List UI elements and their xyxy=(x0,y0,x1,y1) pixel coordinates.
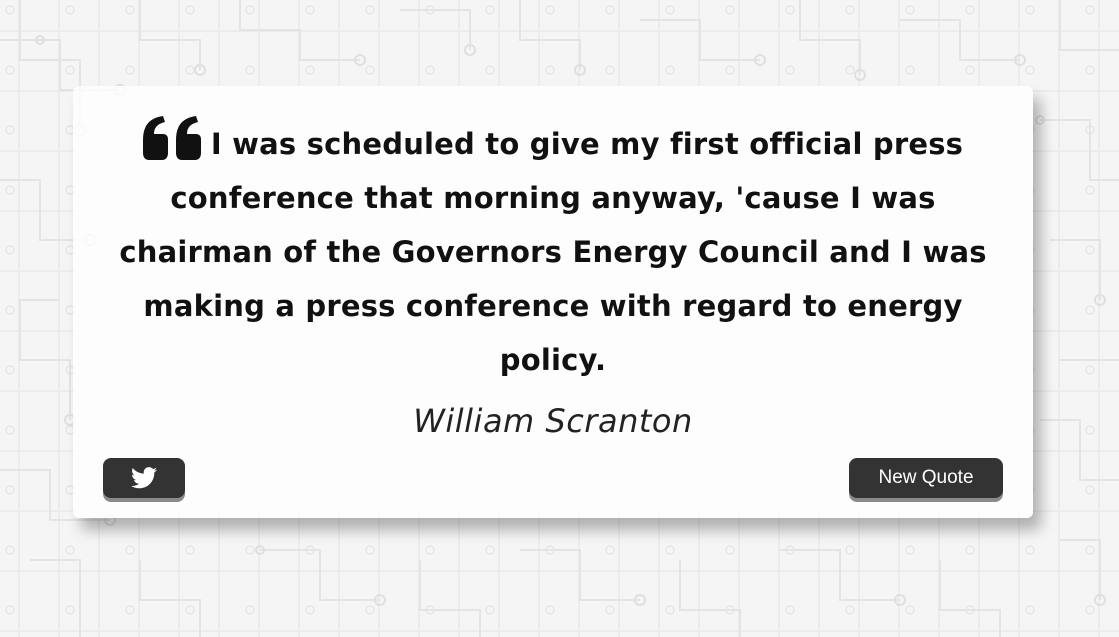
quote-text-block: I was scheduled to give my first officia… xyxy=(103,116,1003,387)
quote-card: I was scheduled to give my first officia… xyxy=(73,86,1033,518)
twitter-icon xyxy=(131,467,157,489)
quote-left-icon xyxy=(142,116,201,160)
quote-text: I was scheduled to give my first officia… xyxy=(119,127,987,377)
new-quote-button[interactable]: New Quote xyxy=(849,458,1003,498)
tweet-button[interactable] xyxy=(103,458,185,498)
quote-author: William Scranton xyxy=(413,402,693,440)
